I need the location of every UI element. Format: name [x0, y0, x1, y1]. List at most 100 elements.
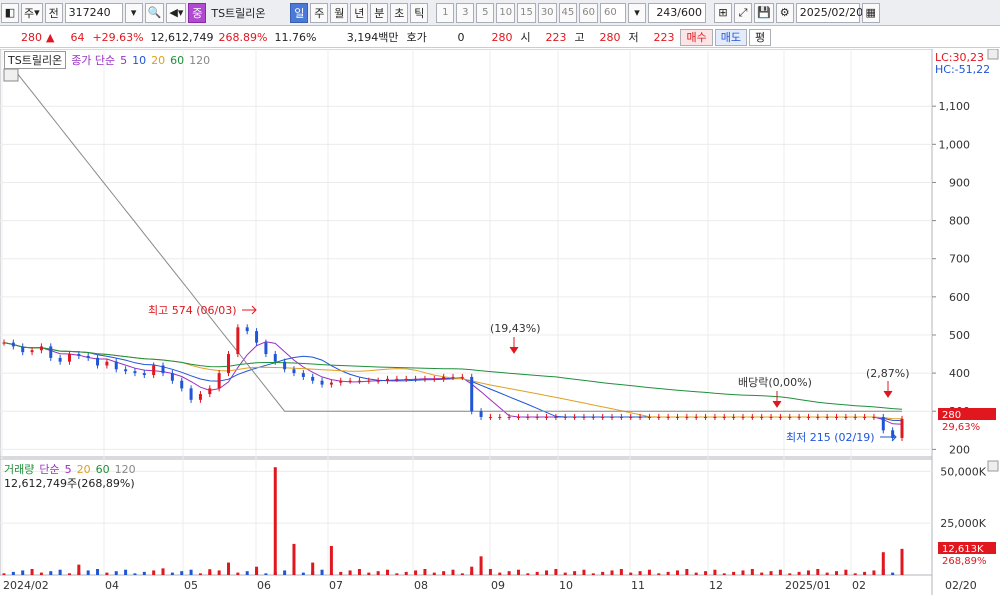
period-10[interactable]: 10	[496, 2, 516, 23]
timeframe-tick[interactable]: 틱	[410, 2, 429, 23]
candle-body	[554, 416, 558, 418]
eval-button[interactable]: 평	[748, 28, 772, 46]
volume-bar	[442, 571, 446, 575]
price-tick-label: 400	[949, 367, 970, 380]
candle-body	[750, 416, 754, 418]
x-tick-label: 06	[257, 579, 271, 592]
timeframe-year[interactable]: 년	[350, 2, 369, 23]
stock-name-label: TS트릴리온	[211, 6, 266, 20]
save-icon[interactable]: 💾	[754, 2, 774, 23]
volume-panel-collapse-icon[interactable]	[987, 460, 999, 472]
candle-body	[245, 327, 249, 332]
toolbar: ◧ 주 ▾ 전 317240 ▾ 🔍 ◀▾ 중 TS트릴리온 일 주 월 년 분 …	[0, 0, 1000, 26]
period-3[interactable]: 3	[456, 2, 475, 23]
chart-tools-icon[interactable]: ⤢	[734, 2, 753, 23]
sell-button[interactable]: 매도	[714, 28, 747, 46]
period-15-label: 15	[520, 7, 533, 18]
candle-body	[881, 416, 885, 431]
period-5[interactable]: 5	[476, 2, 495, 23]
stock-code-input[interactable]: 317240	[64, 2, 123, 23]
code-dropdown-icon[interactable]: ▾	[124, 2, 143, 23]
period-dropdown-icon[interactable]: ▾	[628, 2, 647, 23]
candle-body	[301, 373, 305, 377]
period-60[interactable]: 60	[579, 2, 599, 23]
vol-ma-5: 5	[64, 462, 72, 476]
candle-body	[414, 378, 418, 380]
calendar-icon[interactable]: ▦	[861, 2, 880, 23]
pct1-annotation: (19,43%)	[490, 322, 541, 335]
timeframe-second[interactable]: 초	[390, 2, 409, 23]
period-45[interactable]: 45	[558, 2, 578, 23]
gear-icon[interactable]: ⚙	[775, 2, 794, 23]
trade-amount: 3,194백만	[346, 31, 399, 44]
price-tag-value: 280	[942, 410, 961, 421]
volume-bar	[844, 569, 848, 575]
candle-body	[386, 378, 390, 381]
volume-bar	[806, 570, 810, 575]
sound-icon[interactable]: ◀▾	[166, 2, 187, 23]
chart-area[interactable]: 1,1001,000900800700600500400300200 50,00…	[0, 48, 1000, 595]
panel-grid-icon[interactable]	[3, 68, 19, 82]
stock-badge-label: 중	[192, 6, 203, 20]
price-tick-label: 800	[949, 215, 970, 228]
volume-ratio: 268.89%	[218, 30, 268, 44]
volume-bar	[666, 571, 670, 575]
x-tick-label: 07	[329, 579, 343, 592]
volume-spike-bar	[273, 467, 277, 575]
volume-bar	[180, 571, 184, 575]
volume-bar	[563, 572, 567, 575]
period-15[interactable]: 15	[517, 2, 536, 23]
count-input[interactable]: 243/600	[648, 2, 707, 23]
pct2-annotation: (2,87%)	[866, 367, 910, 380]
volume-bar	[357, 568, 361, 575]
volume-bar	[11, 571, 15, 575]
candle-body	[105, 361, 109, 366]
candle-body	[180, 380, 184, 389]
price-tick-label: 500	[949, 329, 970, 342]
volume-bar	[554, 568, 558, 575]
change-value: 64	[70, 30, 85, 44]
timeframe-day[interactable]: 일	[290, 2, 309, 23]
price-tick-label: 900	[949, 176, 970, 189]
panel-toggle-icon[interactable]: ◧	[1, 2, 19, 23]
volume-spike-bar	[208, 569, 212, 575]
candle-body	[152, 365, 156, 376]
period-1[interactable]: 1	[436, 2, 455, 23]
volume-tick-label: 25,000K	[940, 517, 986, 530]
candle-body	[264, 342, 268, 355]
period-30[interactable]: 30	[537, 2, 557, 23]
period-custom-input[interactable]: 60	[600, 2, 627, 23]
date-input[interactable]: 2025/02/20	[795, 2, 863, 23]
price-tick-label: 1,100	[939, 100, 971, 113]
candle-settings-icon[interactable]: ⊞	[714, 2, 733, 23]
timeframe-month[interactable]: 월	[330, 2, 349, 23]
buy-button[interactable]: 매수	[680, 28, 713, 46]
candle-body	[67, 354, 71, 362]
volume-bar	[545, 570, 549, 575]
volume-bar	[189, 569, 193, 575]
volume-bar	[816, 568, 820, 575]
candle-body	[49, 346, 53, 358]
candle-body	[825, 416, 829, 418]
volume-bar	[39, 572, 43, 575]
candle-body	[816, 416, 820, 418]
search-icon[interactable]: 🔍	[144, 2, 165, 23]
timeframe-week[interactable]: 주	[310, 2, 329, 23]
period-45-label: 45	[561, 7, 575, 18]
low-annotation: 최저 215 (02/19)	[786, 431, 875, 444]
volume-bar	[741, 570, 745, 575]
volume-bar	[685, 568, 689, 575]
period-1-label: 1	[442, 7, 449, 18]
timeframe-minute[interactable]: 분	[370, 2, 389, 23]
price-panel-collapse-icon[interactable]	[987, 48, 999, 60]
candle-body	[367, 380, 371, 382]
chart-svg[interactable]: 1,1001,000900800700600500400300200 50,00…	[0, 48, 1000, 595]
candle-body	[629, 416, 633, 418]
volume-bar	[732, 571, 736, 575]
volume-bar	[498, 572, 502, 575]
volume-bar	[30, 568, 34, 575]
volume-bar	[432, 572, 436, 575]
prev-button[interactable]: 전	[44, 2, 63, 23]
period-select[interactable]: 주 ▾	[21, 2, 43, 23]
hoga-value: 0	[457, 30, 465, 44]
